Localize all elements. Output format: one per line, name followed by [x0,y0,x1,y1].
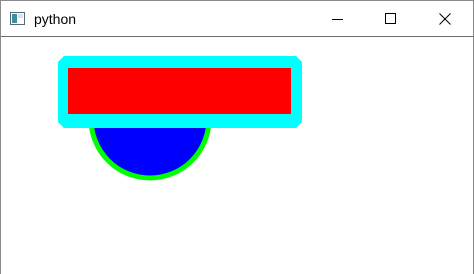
app-window: python [0,0,474,274]
title-bar[interactable]: python [1,1,473,36]
minimize-icon [332,18,343,20]
drawing-canvas[interactable] [1,36,473,274]
canvas-drawing [58,56,302,181]
python-window-icon[interactable] [10,11,25,26]
red-rectangle [68,68,291,114]
window-title: python [34,11,77,27]
close-icon [439,12,451,25]
maximize-button[interactable] [365,1,417,36]
maximize-icon [385,12,396,24]
minimize-button[interactable] [312,1,364,36]
close-button[interactable] [419,1,471,36]
